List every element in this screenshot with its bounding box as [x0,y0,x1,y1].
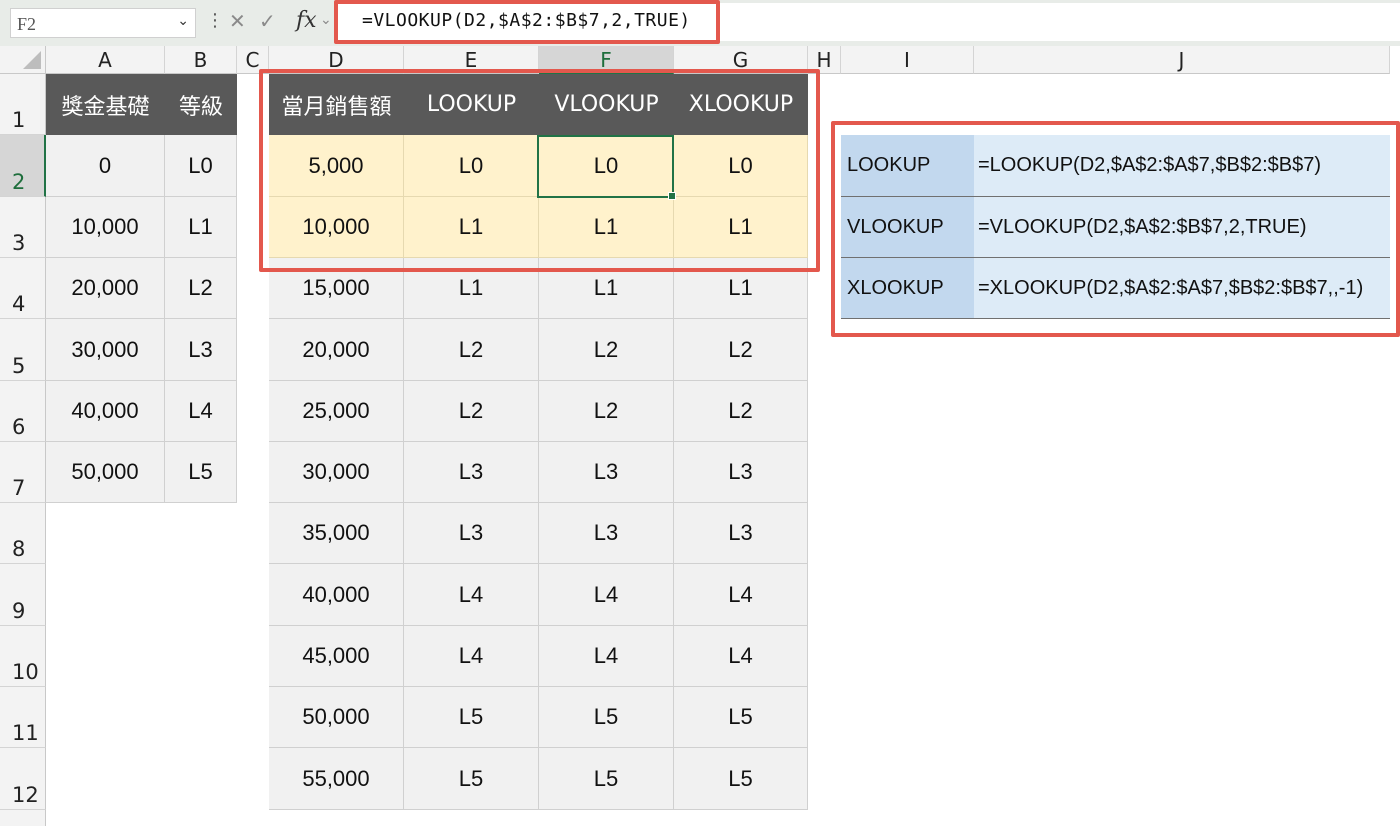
results-cell[interactable]: 20,000 [269,319,404,381]
row-number: 4 [12,292,26,316]
column-header-j[interactable]: J [974,46,1390,74]
row-header-11[interactable]: 11 [0,687,46,748]
lookup-cell[interactable]: 20,000 [46,258,165,319]
results-cell[interactable]: L4 [674,564,808,626]
lookup-cell[interactable]: 30,000 [46,319,165,381]
row-header-partial [0,810,46,826]
lookup-cell[interactable]: L0 [165,135,237,197]
column-header-i[interactable]: I [841,46,974,74]
results-cell[interactable]: L3 [539,442,674,503]
row-number: 8 [12,537,26,561]
results-cell[interactable]: 50,000 [269,687,404,748]
results-cell[interactable]: L5 [404,687,539,748]
confirm-check-icon[interactable]: ✓ [259,9,276,33]
select-all-corner[interactable] [0,46,46,74]
row-header-2[interactable]: 2 [0,135,46,197]
row-header-12[interactable]: 12 [0,748,46,810]
row-number: 1 [12,108,26,132]
row-header-3[interactable]: 3 [0,197,46,258]
lookup-cell[interactable]: 40,000 [46,381,165,442]
results-cell[interactable]: L4 [539,564,674,626]
lookup-cell[interactable]: 0 [46,135,165,197]
results-cell[interactable]: 35,000 [269,503,404,564]
lookup-cell[interactable]: L2 [165,258,237,319]
cancel-x-icon[interactable]: ✕ [229,9,246,33]
row-header-9[interactable]: 9 [0,564,46,626]
column-header-a[interactable]: A [46,46,165,74]
row-header-6[interactable]: 6 [0,381,46,442]
row-header-5[interactable]: 5 [0,319,46,381]
name-box-value: F2 [17,14,37,34]
results-cell[interactable]: L2 [674,319,808,381]
lookup-cell[interactable]: L5 [165,442,237,503]
row-number: 6 [12,415,26,439]
row-number: 9 [12,599,26,623]
column-header-b[interactable]: B [165,46,237,74]
results-cell[interactable]: L5 [674,687,808,748]
results-cell[interactable]: 25,000 [269,381,404,442]
results-cell[interactable]: L2 [404,319,539,381]
results-cell[interactable]: L5 [404,748,539,810]
lookup-cell[interactable]: L1 [165,197,237,258]
results-cell[interactable]: L5 [539,687,674,748]
results-cell[interactable]: L2 [404,381,539,442]
results-cell[interactable]: L3 [674,503,808,564]
results-cell[interactable]: L5 [539,748,674,810]
fx-icon[interactable]: fx [296,8,317,33]
lookup-cell[interactable]: 10,000 [46,197,165,258]
row-header-7[interactable]: 7 [0,442,46,503]
results-cell[interactable]: L5 [674,748,808,810]
row-number: 7 [12,476,26,500]
results-cell[interactable]: L4 [539,626,674,687]
results-cell[interactable]: L3 [674,442,808,503]
results-cell[interactable]: L4 [404,564,539,626]
name-box[interactable]: F2 ⌄ [10,8,196,38]
row-number: 12 [12,783,39,807]
row-header-10[interactable]: 10 [0,626,46,687]
results-cell[interactable]: 55,000 [269,748,404,810]
results-cell[interactable]: L2 [539,381,674,442]
row-number: 10 [12,660,39,684]
formula-table-highlight-box [831,121,1400,337]
row-number: 11 [12,721,39,745]
lookup-cell[interactable]: L3 [165,319,237,381]
row-number: 3 [12,231,26,255]
results-highlight-box [259,69,820,272]
lookup-header-cell[interactable]: 獎金基礎 [46,74,165,135]
results-cell[interactable]: 45,000 [269,626,404,687]
results-cell[interactable]: 40,000 [269,564,404,626]
row-header-4[interactable]: 4 [0,258,46,319]
lookup-cell[interactable]: 50,000 [46,442,165,503]
results-cell[interactable]: L4 [404,626,539,687]
results-cell[interactable]: L3 [404,442,539,503]
row-header-8[interactable]: 8 [0,503,46,564]
lookup-header-cell[interactable]: 等級 [165,74,237,135]
results-cell[interactable]: 30,000 [269,442,404,503]
results-cell[interactable]: L4 [674,626,808,687]
row-header-1[interactable]: 1 [0,74,46,135]
results-cell[interactable]: L3 [404,503,539,564]
results-cell[interactable]: L3 [539,503,674,564]
results-cell[interactable]: L2 [539,319,674,381]
row-number: 2 [12,170,26,194]
lookup-cell[interactable]: L4 [165,381,237,442]
formula-chevron-icon[interactable]: ⌄ [320,12,332,28]
results-cell[interactable]: L2 [674,381,808,442]
row-number: 5 [12,354,26,378]
chevron-down-icon[interactable]: ⌄ [177,13,189,29]
more-dots-icon[interactable]: ⋮ [206,10,224,31]
formula-highlight-box [334,0,720,44]
